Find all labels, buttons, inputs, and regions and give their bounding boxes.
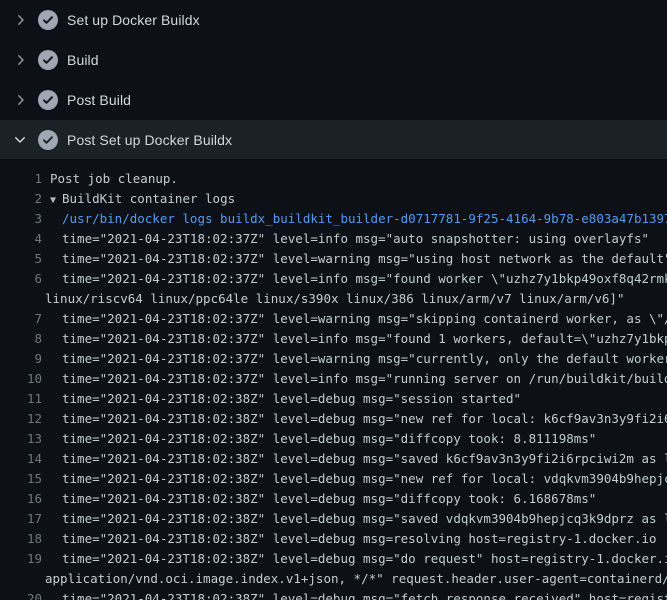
log-line: 8 time="2021-04-23T18:02:37Z" level=info … — [0, 329, 667, 349]
log-text: time="2021-04-23T18:02:37Z" level=warnin… — [62, 309, 667, 329]
log-line: 2 ▼ BuildKit container logs — [0, 189, 667, 209]
line-number[interactable]: 6 — [0, 269, 42, 289]
log-group-toggle-icon[interactable]: ▼ — [50, 195, 56, 206]
step-label: Set up Docker Buildx — [67, 12, 200, 28]
log-text: time="2021-04-23T18:02:38Z" level=debug … — [62, 469, 667, 489]
log-line: 14 time="2021-04-23T18:02:38Z" level=debu… — [0, 449, 667, 469]
line-number[interactable]: 2 — [0, 189, 42, 209]
line-number — [0, 569, 42, 589]
log-line: 4 time="2021-04-23T18:02:37Z" level=info … — [0, 229, 667, 249]
line-number[interactable]: 19 — [0, 549, 42, 569]
log-text: time="2021-04-23T18:02:38Z" level=debug … — [62, 409, 667, 429]
log-line: 5 time="2021-04-23T18:02:37Z" level=warni… — [0, 249, 667, 269]
chevron-right-icon — [12, 92, 28, 108]
log-text: Post job cleanup. — [50, 169, 178, 189]
line-number[interactable]: 3 — [0, 209, 42, 229]
log-line: 11 time="2021-04-23T18:02:38Z" level=debu… — [0, 389, 667, 409]
check-circle-icon — [38, 90, 58, 110]
step-row[interactable]: Post Set up Docker Buildx — [0, 120, 667, 160]
log-line: 19 time="2021-04-23T18:02:38Z" level=debu… — [0, 549, 667, 569]
line-number[interactable]: 7 — [0, 309, 42, 329]
log-text: time="2021-04-23T18:02:38Z" level=debug … — [62, 389, 521, 409]
log-text[interactable]: ▼ BuildKit container logs — [50, 189, 235, 209]
log-line: 17 time="2021-04-23T18:02:38Z" level=debu… — [0, 509, 667, 529]
step-row[interactable]: Set up Docker Buildx — [0, 0, 667, 40]
line-number[interactable]: 20 — [0, 589, 42, 600]
log-text: time="2021-04-23T18:02:38Z" level=debug … — [62, 449, 667, 469]
log-text: linux/riscv64 linux/ppc64le linux/s390x … — [45, 289, 624, 309]
step-label: Post Build — [67, 92, 131, 108]
step-row[interactable]: Build — [0, 40, 667, 80]
log-line: 1 Post job cleanup. — [0, 169, 667, 189]
log-text: time="2021-04-23T18:02:37Z" level=info m… — [62, 229, 649, 249]
line-number[interactable]: 14 — [0, 449, 42, 469]
chevron-right-icon — [12, 52, 28, 68]
line-number[interactable]: 10 — [0, 369, 42, 389]
log-line: 10 time="2021-04-23T18:02:37Z" level=info… — [0, 369, 667, 389]
chevron-right-icon — [12, 12, 28, 28]
log-line: 13 time="2021-04-23T18:02:38Z" level=debu… — [0, 429, 667, 449]
chevron-down-icon — [12, 132, 28, 148]
line-number[interactable]: 4 — [0, 229, 42, 249]
log-text: time="2021-04-23T18:02:38Z" level=debug … — [62, 489, 596, 509]
log-line: 15 time="2021-04-23T18:02:38Z" level=debu… — [0, 469, 667, 489]
log-area: 1 Post job cleanup. 2 ▼ BuildKit container l… — [0, 160, 667, 600]
line-number[interactable]: 18 — [0, 529, 42, 549]
log-text: time="2021-04-23T18:02:38Z" level=debug … — [62, 429, 596, 449]
line-number[interactable]: 17 — [0, 509, 42, 529]
check-circle-icon — [38, 130, 58, 150]
line-number[interactable]: 9 — [0, 349, 42, 369]
check-circle-icon — [38, 10, 58, 30]
log-line: 6 time="2021-04-23T18:02:37Z" level=info … — [0, 269, 667, 289]
line-number[interactable]: 12 — [0, 409, 42, 429]
workflow-log-viewer: Set up Docker Buildx Build Post Build Post … — [0, 0, 667, 600]
log-line: 3/usr/bin/docker logs buildx_buildkit_bu… — [0, 209, 667, 229]
log-line: 16 time="2021-04-23T18:02:38Z" level=debu… — [0, 489, 667, 509]
line-number[interactable]: 8 — [0, 329, 42, 349]
log-text: time="2021-04-23T18:02:37Z" level=warnin… — [62, 349, 667, 369]
log-text: application/vnd.oci.image.index.v1+json,… — [45, 569, 667, 589]
log-text: time="2021-04-23T18:02:37Z" level=info m… — [62, 269, 667, 289]
log-line: 20 time="2021-04-23T18:02:38Z" level=debu… — [0, 589, 667, 600]
line-number[interactable]: 1 — [0, 169, 42, 189]
line-number[interactable]: 5 — [0, 249, 42, 269]
check-circle-icon — [38, 50, 58, 70]
log-line: 12 time="2021-04-23T18:02:38Z" level=debu… — [0, 409, 667, 429]
log-line: linux/riscv64 linux/ppc64le linux/s390x … — [0, 289, 667, 309]
step-row[interactable]: Post Build — [0, 80, 667, 120]
line-number[interactable]: 15 — [0, 469, 42, 489]
step-list: Set up Docker Buildx Build Post Build Post … — [0, 0, 667, 160]
log-text: time="2021-04-23T18:02:38Z" level=debug … — [62, 529, 657, 549]
command-text: /usr/bin/docker logs buildx_buildkit_bui… — [62, 209, 667, 229]
log-text: time="2021-04-23T18:02:37Z" level=info m… — [62, 369, 667, 389]
log-text: time="2021-04-23T18:02:38Z" level=debug … — [62, 509, 667, 529]
log-text: time="2021-04-23T18:02:37Z" level=info m… — [62, 329, 667, 349]
log-line: 9 time="2021-04-23T18:02:37Z" level=warni… — [0, 349, 667, 369]
log-text: time="2021-04-23T18:02:38Z" level=debug … — [62, 589, 667, 600]
log-text: time="2021-04-23T18:02:37Z" level=warnin… — [62, 249, 667, 269]
step-label: Build — [67, 52, 99, 68]
line-number[interactable]: 11 — [0, 389, 42, 409]
line-number[interactable]: 16 — [0, 489, 42, 509]
log-text: time="2021-04-23T18:02:38Z" level=debug … — [62, 549, 667, 569]
log-group-title: BuildKit container logs — [62, 191, 235, 206]
step-label: Post Set up Docker Buildx — [67, 132, 232, 148]
log-line: 7 time="2021-04-23T18:02:37Z" level=warni… — [0, 309, 667, 329]
log-line: application/vnd.oci.image.index.v1+json,… — [0, 569, 667, 589]
line-number[interactable]: 13 — [0, 429, 42, 449]
line-number — [0, 289, 42, 309]
log-line: 18 time="2021-04-23T18:02:38Z" level=debu… — [0, 529, 667, 549]
